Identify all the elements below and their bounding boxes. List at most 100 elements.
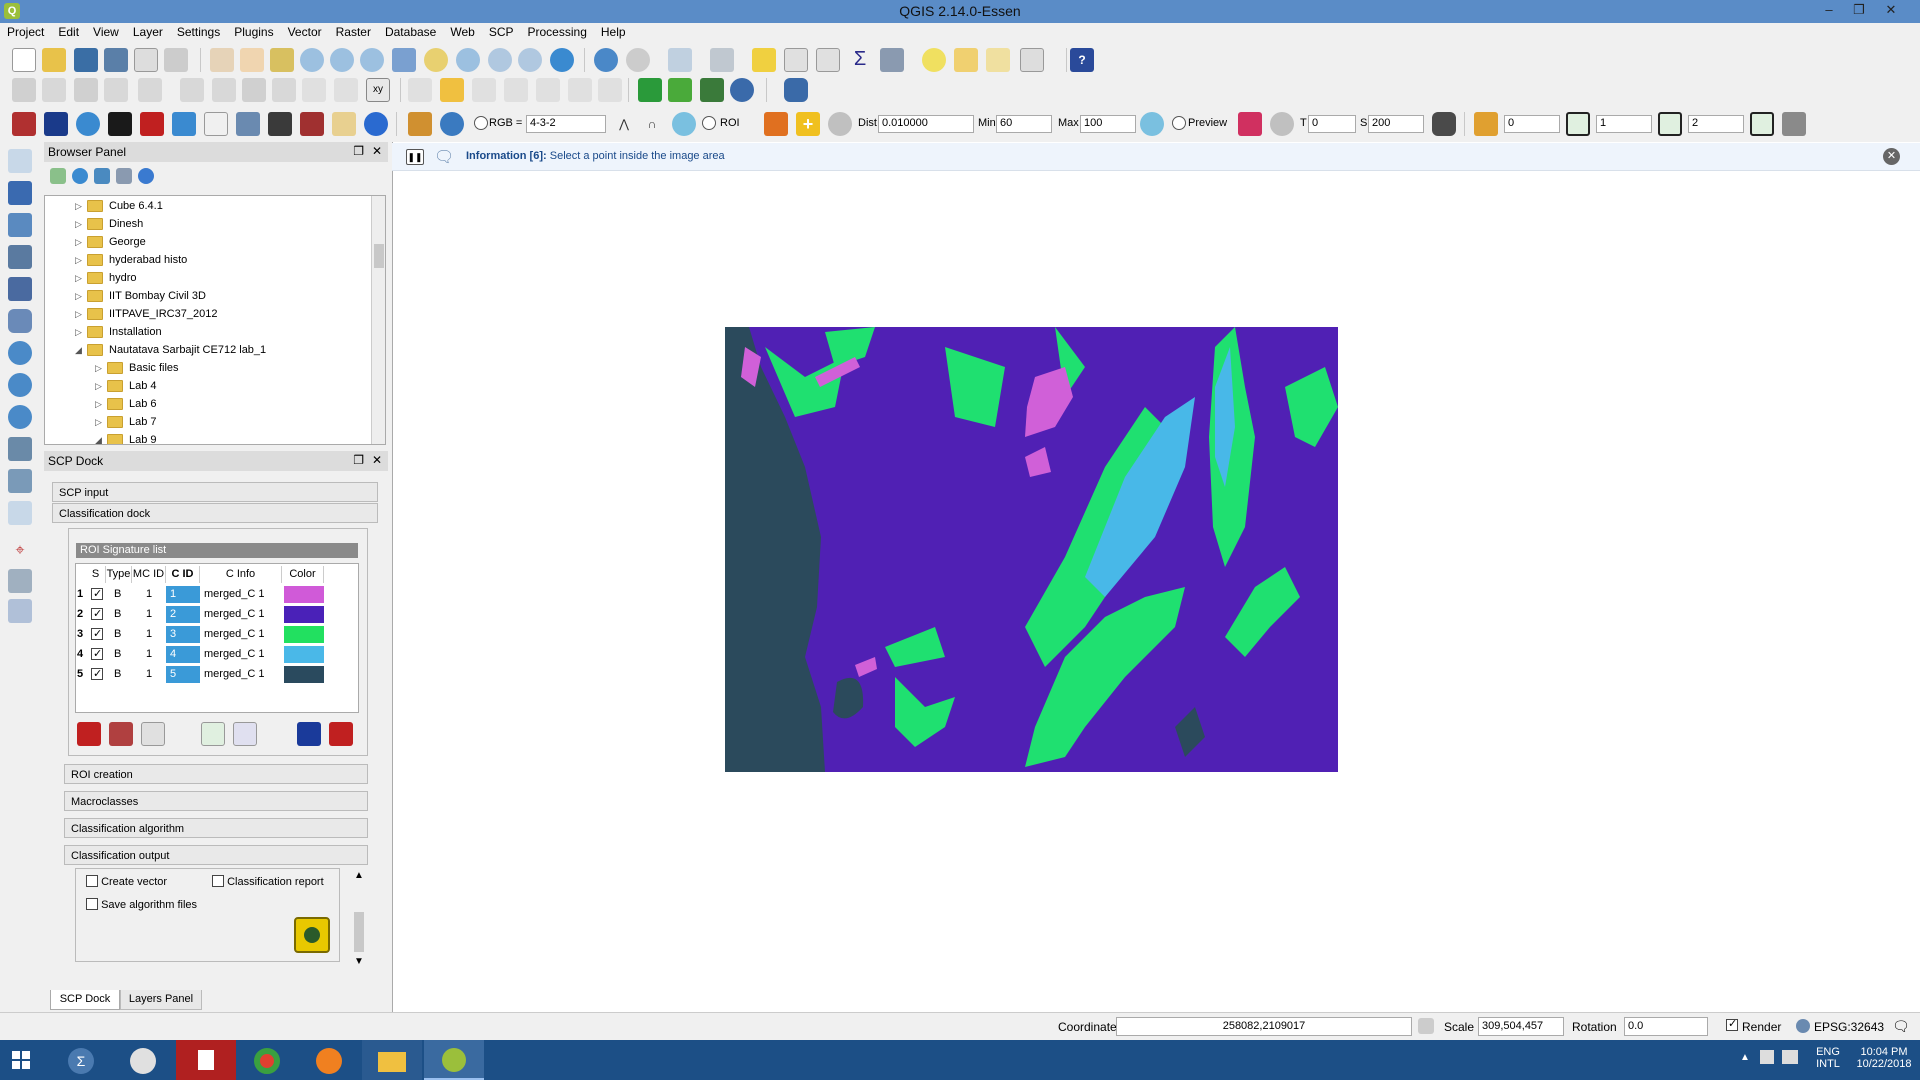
band-3-input[interactable]: 2 bbox=[1688, 115, 1744, 133]
color-swatch[interactable] bbox=[284, 606, 324, 623]
settings-scp-icon[interactable] bbox=[268, 112, 292, 136]
tree-item-basic-files[interactable]: ▷ Basic files bbox=[95, 362, 179, 380]
tools-icon[interactable] bbox=[300, 112, 324, 136]
menu-raster[interactable]: Raster bbox=[329, 23, 378, 39]
tab-scp-dock[interactable]: SCP Dock bbox=[50, 990, 120, 1010]
python-console-icon[interactable] bbox=[784, 78, 808, 102]
coordinate-toggle-icon[interactable] bbox=[1418, 1018, 1434, 1034]
expand-arrow-icon[interactable]: ▷ bbox=[75, 273, 87, 284]
band-1-input[interactable]: 0 bbox=[1504, 115, 1560, 133]
deselect-icon[interactable] bbox=[752, 48, 776, 72]
menu-web[interactable]: Web bbox=[443, 23, 481, 39]
save-as-icon[interactable] bbox=[104, 48, 128, 72]
refresh-browser-icon[interactable] bbox=[72, 168, 88, 184]
band-set-icon[interactable] bbox=[12, 112, 36, 136]
manual-roi-icon[interactable] bbox=[764, 112, 788, 136]
run-classification-icon[interactable] bbox=[294, 917, 330, 953]
collapse-all-icon[interactable] bbox=[116, 168, 132, 184]
tree-item-iitpave[interactable]: ▷ IITPAVE_IRC37_2012 bbox=[75, 308, 217, 326]
add-raster-icon[interactable] bbox=[8, 181, 32, 205]
new-shapefile-icon[interactable] bbox=[8, 501, 32, 525]
mc-id-cell[interactable]: 1 bbox=[146, 606, 162, 623]
crosshair-icon[interactable]: ⌖ bbox=[8, 539, 32, 563]
close-message-icon[interactable]: ✕ bbox=[1883, 148, 1900, 165]
flag-tray-icon[interactable] bbox=[1760, 1050, 1774, 1064]
c-info-cell[interactable]: merged_C 1 bbox=[202, 626, 282, 643]
delete-selected-icon[interactable] bbox=[242, 78, 266, 102]
pan-to-selection-icon[interactable] bbox=[270, 48, 294, 72]
move-feature-icon[interactable] bbox=[138, 78, 162, 102]
zoom-last-icon[interactable] bbox=[488, 48, 512, 72]
create-vector-checkbox[interactable] bbox=[86, 875, 98, 887]
zoom-native-icon[interactable] bbox=[360, 48, 384, 72]
dist-input[interactable]: 0.010000 bbox=[878, 115, 974, 133]
add-delimited-icon[interactable] bbox=[8, 469, 32, 493]
menu-settings[interactable]: Settings bbox=[170, 23, 227, 39]
preview-toggle-icon[interactable] bbox=[1172, 116, 1186, 130]
scp-help-icon[interactable] bbox=[364, 112, 388, 136]
firefox-app-icon[interactable] bbox=[300, 1040, 360, 1080]
show-hide-labels-icon[interactable] bbox=[504, 78, 528, 102]
export-signatures-icon[interactable] bbox=[329, 722, 353, 746]
redo-roi-icon[interactable] bbox=[828, 112, 852, 136]
raster-calculator-icon[interactable] bbox=[638, 78, 662, 102]
action-icon[interactable] bbox=[626, 48, 650, 72]
roi-row[interactable]: 4B14merged_C 1 bbox=[76, 646, 358, 664]
expand-arrow-icon[interactable]: ▷ bbox=[75, 309, 87, 320]
network-tray-icon[interactable] bbox=[1782, 1050, 1798, 1064]
postprocessing-icon[interactable] bbox=[108, 112, 132, 136]
paste-features-icon[interactable] bbox=[334, 78, 358, 102]
classification-dock-section[interactable]: Classification dock bbox=[52, 503, 378, 523]
rgb-combo[interactable]: 4-3-2 bbox=[526, 115, 606, 133]
tree-item-dinesh[interactable]: ▷ Dinesh bbox=[75, 218, 143, 236]
file-explorer-app-icon[interactable] bbox=[362, 1040, 422, 1080]
roi-row[interactable]: 2B12merged_C 1 bbox=[76, 606, 358, 624]
node-tool-icon[interactable] bbox=[180, 78, 204, 102]
scroll-down-icon[interactable]: ▼ bbox=[354, 956, 364, 967]
c-id-cell[interactable]: 4 bbox=[166, 646, 200, 663]
add-virtual-layer-icon[interactable] bbox=[8, 437, 32, 461]
max-input[interactable]: 100 bbox=[1080, 115, 1136, 133]
pin-labels-icon[interactable] bbox=[472, 78, 496, 102]
add-spatialite-icon[interactable] bbox=[8, 213, 32, 237]
properties-info-icon[interactable] bbox=[138, 168, 154, 184]
row-select-checkbox[interactable] bbox=[91, 646, 103, 663]
preprocessing-icon[interactable] bbox=[76, 112, 100, 136]
tree-item-cube[interactable]: ▷ Cube 6.4.1 bbox=[75, 200, 163, 218]
c-info-cell[interactable]: merged_C 1 bbox=[202, 666, 282, 683]
calculate-signatures-icon[interactable] bbox=[141, 722, 165, 746]
touch-icon[interactable] bbox=[210, 48, 234, 72]
scale-combo[interactable]: 309,504,457 bbox=[1478, 1017, 1564, 1036]
zoom-to-roi-icon[interactable] bbox=[672, 112, 696, 136]
scatter-plot-icon[interactable] bbox=[204, 112, 228, 136]
redo-preview-icon[interactable] bbox=[1270, 112, 1294, 136]
t-input[interactable]: 0 bbox=[1308, 115, 1356, 133]
save-project-icon[interactable] bbox=[74, 48, 98, 72]
mc-id-cell[interactable]: 1 bbox=[146, 626, 162, 643]
menu-help[interactable]: Help bbox=[594, 23, 633, 39]
band-options-icon[interactable] bbox=[1782, 112, 1806, 136]
row-select-cell[interactable] bbox=[91, 666, 105, 683]
zoom-next-icon[interactable] bbox=[518, 48, 542, 72]
band-calc-icon[interactable] bbox=[140, 112, 164, 136]
tree-item-lab-7[interactable]: ▷ Lab 7 bbox=[95, 416, 157, 434]
type-cell[interactable]: B bbox=[114, 626, 132, 643]
row-select-checkbox[interactable] bbox=[91, 606, 103, 623]
tree-item-george[interactable]: ▷ George bbox=[75, 236, 146, 254]
c-info-cell[interactable]: merged_C 1 bbox=[202, 646, 282, 663]
add-postgis-icon[interactable] bbox=[8, 245, 32, 269]
select-by-expression-icon[interactable] bbox=[710, 48, 734, 72]
node-edit-icon[interactable] bbox=[212, 78, 236, 102]
c-info-cell[interactable]: merged_C 1 bbox=[202, 586, 282, 603]
float-panel-icon[interactable]: ❐ bbox=[353, 453, 364, 467]
map-tips-icon[interactable] bbox=[922, 48, 946, 72]
add-oracle-icon[interactable] bbox=[8, 309, 32, 333]
open-project-icon[interactable] bbox=[42, 48, 66, 72]
close-panel-icon[interactable]: ✕ bbox=[372, 453, 382, 467]
language-indicator[interactable]: ENG INTL bbox=[1812, 1046, 1844, 1070]
roi-toggle-icon[interactable] bbox=[702, 116, 716, 130]
column-type[interactable]: Type bbox=[106, 566, 132, 583]
menu-processing[interactable]: Processing bbox=[521, 23, 594, 39]
calculator-app-icon[interactable]: Σ bbox=[52, 1040, 112, 1080]
macroclasses-section[interactable]: Macroclasses bbox=[64, 791, 368, 811]
